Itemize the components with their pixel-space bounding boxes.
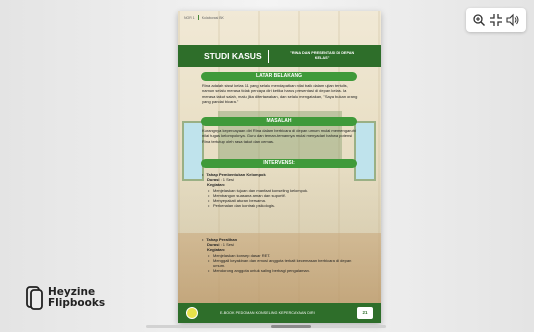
masalah-text: Kurangnya kepercayaan diri Rina dalam be…: [202, 128, 356, 144]
window-graphic-left: [182, 121, 204, 181]
heyzine-logo-icon: [26, 286, 44, 310]
latar-belakang-text: Rina adalah siswi kelas 11 yang selalu m…: [202, 83, 358, 105]
list-item: Perkenalan dan kontrak psikologis.: [208, 203, 360, 208]
kegiatan-list: Menjelaskan konsep dasar RET. Menggali k…: [202, 253, 360, 274]
header-right-text: Kolaborasi BK: [201, 15, 224, 20]
header-separator: [197, 15, 199, 20]
latar-belakang-heading: LATAR BELAKANG: [201, 72, 357, 81]
university-logo-icon: [186, 307, 198, 319]
heyzine-logo[interactable]: Heyzine Flipbooks: [26, 286, 105, 310]
phase-block-1: • Tahap Pembentukan Kelompok Durasi : 1 …: [202, 172, 360, 209]
scrollbar-thumb[interactable]: [271, 325, 311, 328]
bullet-icon: •: [202, 237, 204, 242]
page-scrollbar[interactable]: [146, 325, 386, 328]
header-left-text: NOR 1: [184, 15, 195, 20]
list-item: Menggali keyakinan dan emosi anggota ter…: [208, 258, 360, 268]
heyzine-logo-text: Heyzine Flipbooks: [48, 286, 106, 309]
exit-fullscreen-icon[interactable]: [489, 13, 503, 27]
studi-kasus-subtitle: "RINA DAN PRESENTASI DI DEPAN KELAS": [290, 51, 355, 60]
page-header: NOR 1 Kolaborasi BK: [184, 15, 224, 20]
book-page: NOR 1 Kolaborasi BK STUDI KASUS "RINA DA…: [178, 11, 381, 323]
bullet-icon: •: [202, 172, 204, 177]
speaker-icon[interactable]: [506, 13, 520, 27]
flipbook-viewer: NOR 1 Kolaborasi BK STUDI KASUS "RINA DA…: [0, 0, 534, 332]
page-number: 21: [357, 307, 373, 319]
zoom-in-icon[interactable]: [472, 13, 486, 27]
footer-title: E-BOOK PEDOMAN KONSELING KEPERCAYAAN DIR…: [220, 311, 315, 315]
intervensi-heading: INTERVENSI:: [201, 159, 357, 168]
list-item: Mendorong anggota untuk saling berbagi p…: [208, 268, 360, 273]
studi-kasus-banner: STUDI KASUS "RINA DAN PRESENTASI DI DEPA…: [178, 45, 381, 67]
kegiatan-list: Menjelaskan tujuan dan manfaat konseling…: [202, 188, 360, 209]
viewer-toolbar: [466, 8, 526, 32]
studi-kasus-title: STUDI KASUS: [204, 51, 262, 61]
page-footer: E-BOOK PEDOMAN KONSELING KEPERCAYAAN DIR…: [178, 303, 381, 323]
masalah-heading: MASALAH: [201, 117, 357, 126]
phase-block-2: • Tahap Peralihan Durasi : 1 Sesi Kegiat…: [202, 237, 360, 274]
banner-separator: [267, 49, 270, 63]
